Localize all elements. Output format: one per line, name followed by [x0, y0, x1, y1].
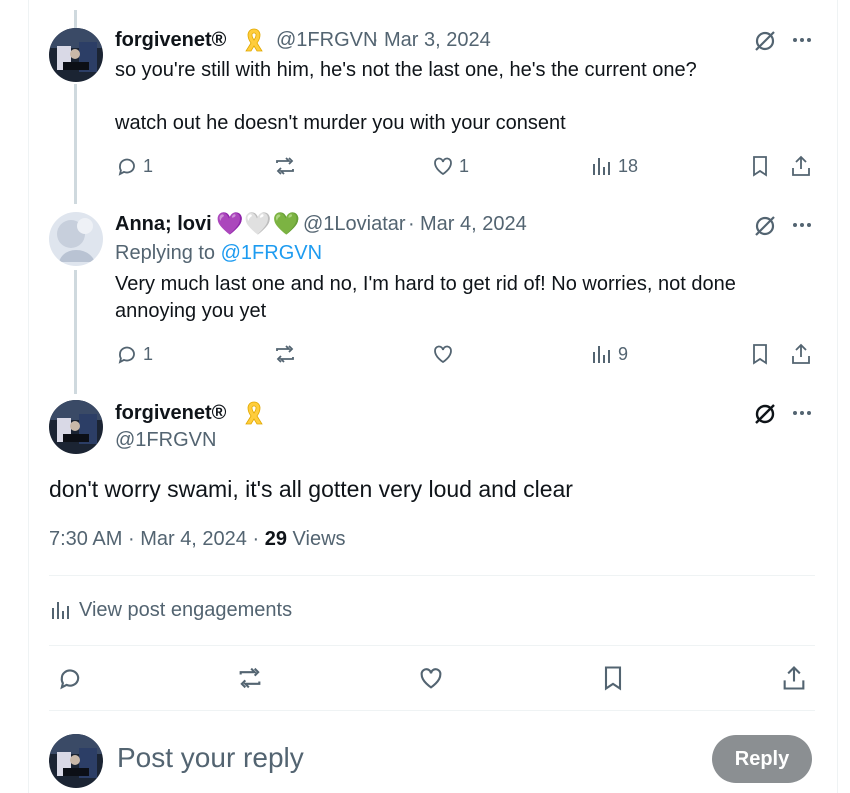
hearts-emoji: 💜🤍💚	[216, 211, 302, 236]
author-handle[interactable]: @1FRGVN	[276, 29, 377, 52]
author-name[interactable]: forgivenet®	[115, 402, 226, 425]
repost-icon	[276, 157, 294, 175]
views-action[interactable]: 9	[590, 342, 628, 366]
bookmark-action[interactable]	[599, 664, 627, 692]
divider	[49, 575, 815, 576]
reply-action[interactable]: 1	[115, 154, 153, 178]
post-date[interactable]: Mar 3, 2024	[384, 29, 491, 52]
like-action[interactable]	[417, 664, 445, 692]
like-count: 1	[459, 155, 470, 176]
post-text: annoying you yet	[115, 300, 267, 322]
ribbon-icon	[244, 400, 264, 431]
share-icon	[792, 343, 810, 364]
grok-icon[interactable]	[752, 401, 778, 427]
separator: ·	[252, 528, 260, 550]
author-name[interactable]: Anna; lovi	[115, 213, 212, 236]
analytics-icon	[52, 602, 69, 619]
author-name[interactable]: forgivenet®	[115, 29, 226, 52]
analytics-icon	[593, 158, 610, 175]
view-engagements-link[interactable]: View post engagements	[49, 598, 292, 622]
grok-icon[interactable]	[752, 28, 778, 54]
separator: ·	[127, 528, 135, 550]
reply-button[interactable]: Reply	[712, 735, 812, 783]
share-action[interactable]	[789, 154, 813, 178]
replying-to: Replying to @1FRGVN	[115, 242, 322, 265]
repost-icon	[239, 667, 261, 689]
bookmark-icon	[753, 156, 767, 177]
share-icon	[792, 155, 810, 176]
divider	[49, 710, 815, 711]
author-handle[interactable]: @1Loviatar	[303, 213, 406, 236]
view-count: 18	[618, 155, 639, 176]
repost-icon	[276, 345, 294, 363]
repost-action[interactable]	[273, 154, 297, 178]
separator: ·	[408, 213, 415, 235]
post-date[interactable]: Mar 4, 2024	[420, 213, 527, 236]
share-icon	[783, 666, 805, 690]
view-count: 9	[618, 343, 629, 364]
ribbon-icon	[244, 27, 264, 58]
views-label: Views	[292, 528, 346, 550]
post-text: watch out he doesn't murder you with you…	[115, 112, 566, 134]
avatar	[49, 734, 103, 788]
replying-to-handle[interactable]: @1FRGVN	[221, 242, 322, 264]
more-icon[interactable]	[790, 28, 816, 54]
reply-input[interactable]: Post your reply	[117, 742, 304, 774]
like-action[interactable]	[431, 342, 455, 366]
reply-action[interactable]: 1	[115, 342, 153, 366]
like-action[interactable]: 1	[431, 154, 469, 178]
reply-action[interactable]	[56, 664, 84, 692]
post-time[interactable]: 7:30 AM	[49, 528, 122, 550]
avatar[interactable]	[49, 212, 103, 266]
heart-icon	[434, 157, 452, 176]
main-post-text: don't worry swami, it's all gotten very …	[49, 476, 573, 502]
analytics-icon	[593, 346, 610, 363]
reply-icon	[118, 346, 135, 364]
post-text: so you're still with him, he's not the l…	[115, 59, 697, 81]
engagements-label: View post engagements	[79, 598, 293, 621]
avatar[interactable]	[49, 28, 103, 82]
more-icon[interactable]	[790, 401, 816, 427]
more-icon[interactable]	[790, 213, 816, 239]
bookmark-action[interactable]	[748, 342, 772, 366]
thread-line	[74, 84, 77, 204]
heart-icon	[420, 668, 442, 689]
separator: ·	[372, 29, 379, 51]
bookmark-action[interactable]	[748, 154, 772, 178]
author-handle[interactable]: @1FRGVN	[115, 429, 216, 452]
repost-action[interactable]	[236, 664, 264, 692]
reply-icon	[60, 669, 80, 690]
bookmark-icon	[753, 344, 767, 365]
avatar[interactable]	[49, 400, 103, 454]
replying-to-label: Replying to	[115, 242, 216, 264]
views-count: 29	[264, 528, 287, 550]
share-action[interactable]	[780, 664, 808, 692]
post-timestamp: 7:30 AM · Mar 4, 2024 · 29 Views	[49, 528, 346, 551]
post-date[interactable]: Mar 4, 2024	[140, 528, 247, 550]
views-action[interactable]: 18	[590, 154, 638, 178]
repost-action[interactable]	[273, 342, 297, 366]
reply-count: 1	[143, 155, 154, 176]
thread-line	[74, 270, 77, 394]
reply-icon	[118, 158, 135, 176]
bookmark-icon	[604, 666, 622, 691]
reply-count: 1	[143, 343, 154, 364]
heart-icon	[434, 345, 452, 364]
share-action[interactable]	[789, 342, 813, 366]
post-text: Very much last one and no, I'm hard to g…	[115, 273, 736, 295]
divider	[49, 645, 815, 646]
grok-icon[interactable]	[752, 213, 778, 239]
